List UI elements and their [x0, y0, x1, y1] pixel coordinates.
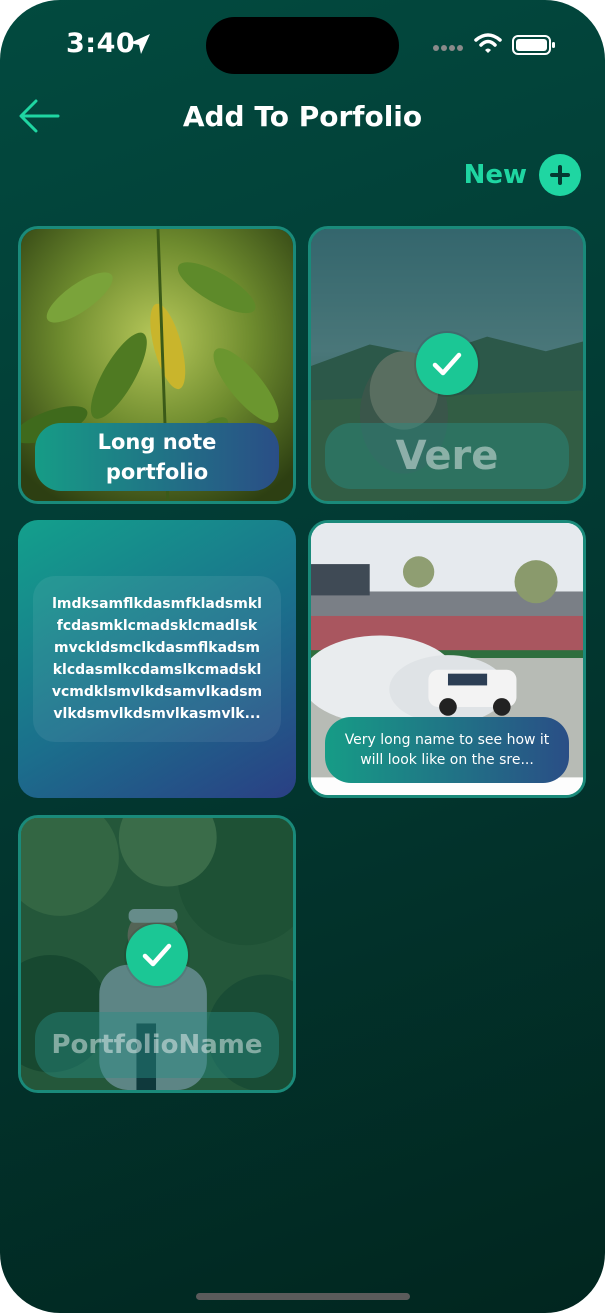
portfolio-name: PortfolioName [35, 1012, 279, 1078]
battery-icon [512, 35, 555, 55]
portfolio-name: Long note portfolio [35, 423, 279, 491]
screen: 3:40 Add To Porfolio New Long note portf… [0, 0, 605, 1313]
portfolio-card[interactable]: PortfolioName [18, 815, 296, 1093]
wifi-icon [474, 33, 502, 53]
portfolio-card[interactable]: lmdksamflkdasmfkladsmkl fcdasmklcmadsklc… [18, 520, 296, 798]
portfolio-name: Very long name to see how it will look l… [325, 717, 569, 783]
portfolio-card[interactable]: Vere [308, 226, 586, 504]
portfolio-note-text: lmdksamflkdasmfkladsmkl fcdasmklcmadsklc… [33, 576, 281, 742]
status-time: 3:40 [66, 28, 136, 59]
new-portfolio-button[interactable]: New [464, 154, 581, 196]
home-indicator[interactable] [196, 1293, 410, 1300]
plus-icon [539, 154, 581, 196]
signal-icon [433, 45, 463, 51]
portfolio-card[interactable]: Very long name to see how it will look l… [308, 520, 586, 798]
location-icon [130, 34, 150, 54]
portfolio-card[interactable]: Long note portfolio [18, 226, 296, 504]
checkmark-icon [126, 924, 188, 986]
dynamic-island [206, 17, 399, 74]
checkmark-icon [416, 333, 478, 395]
new-label: New [463, 160, 527, 190]
page-title: Add To Porfolio [182, 100, 423, 133]
portfolio-name: Vere [325, 423, 569, 489]
